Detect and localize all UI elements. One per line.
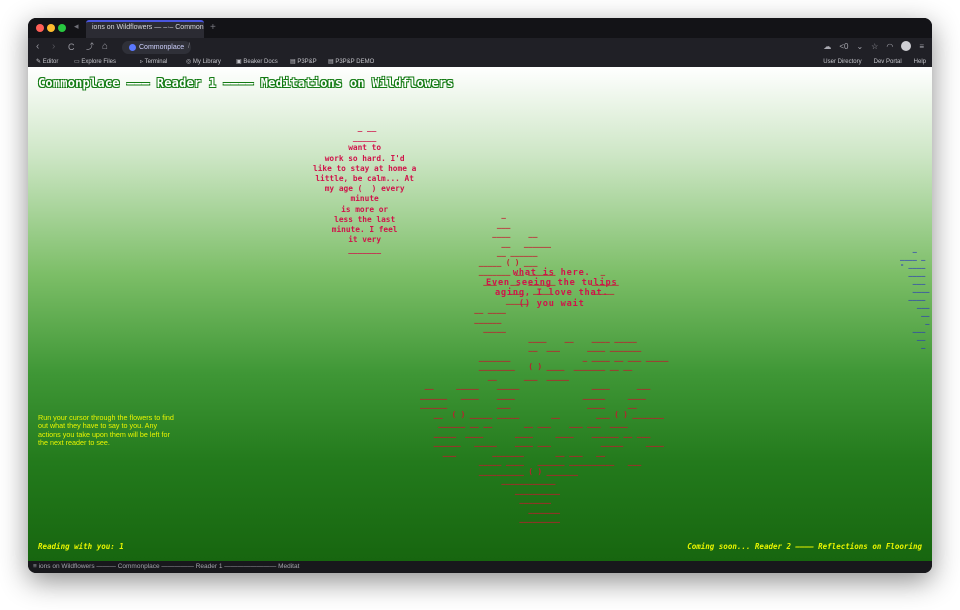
site-icon <box>129 44 136 51</box>
new-tab-button[interactable]: + <box>210 22 216 33</box>
cloud-icon[interactable]: ☁ <box>823 42 831 51</box>
poem-fragment-top: _ __ _____ want to work so hard. I'd lik… <box>313 123 417 255</box>
chevron-down-icon[interactable]: ⌄ <box>856 42 863 51</box>
home-icon[interactable]: ⌂ <box>102 41 108 53</box>
up-icon[interactable]: ⤴ <box>86 41 94 53</box>
site-pill[interactable]: Commonplace <box>122 41 192 54</box>
bookmark-terminal[interactable]: ▹ Terminal <box>140 57 167 67</box>
bookmark-user-directory[interactable]: User Directory <box>823 57 861 67</box>
coming-soon-link[interactable]: Coming soon... Reader 2 ———— Reflections… <box>687 542 922 551</box>
url-path[interactable]: / <box>188 43 190 50</box>
bookmark-dev-portal[interactable]: Dev Portal <box>874 57 902 67</box>
bookmarks-right: User Directory Dev Portal Help <box>823 57 926 67</box>
back-icon[interactable]: ‹ <box>36 41 39 53</box>
menu-icon[interactable]: ≡ <box>919 42 924 51</box>
minimize-window-button[interactable] <box>47 24 55 32</box>
bookmark-p3pp-demo[interactable]: ▤ P3P&P DEMO <box>328 57 374 67</box>
reader-count: Reading with you: 1 <box>38 542 124 551</box>
instructions-text: Run your cursor through the flowers to f… <box>38 413 174 448</box>
wifi-icon[interactable]: ◠ <box>886 42 893 51</box>
navigation-bar: ‹ › C ⤴ ⌂ Commonplace / ☁ <0 ⌄ ☆ ◠ ≡ <box>28 38 932 57</box>
poem-fragment-middle: what is here. Even seeing the tulips agi… <box>486 268 618 309</box>
maximize-window-button[interactable] <box>58 24 66 32</box>
bookmark-editor[interactable]: ✎ Editor <box>36 57 58 67</box>
page-content: Commonplace ——— Reader 1 ———— Meditation… <box>28 67 932 561</box>
bookmark-beaker-docs[interactable]: ▣ Beaker Docs <box>236 57 278 67</box>
site-label: Commonplace <box>139 44 185 51</box>
page-title: Commonplace ——— Reader 1 ———— Meditation… <box>38 76 454 90</box>
tab-bar: ◂ ions on Wildflowers — –·– Commonp... + <box>28 18 932 38</box>
close-window-button[interactable] <box>36 24 44 32</box>
bookmarks-bar: ✎ Editor ▭ Explore Files ▹ Terminal ◎ My… <box>28 57 932 67</box>
reload-icon[interactable]: C <box>68 41 75 53</box>
share-icon[interactable]: <0 <box>839 42 848 51</box>
tab-scroll-left-icon[interactable]: ◂ <box>74 21 79 32</box>
toolbar-right: ☁ <0 ⌄ ☆ ◠ ≡ <box>823 41 924 51</box>
wildflower-art[interactable]: _ ___ ____ __ __ ______ __ ______ _____ … <box>402 210 668 524</box>
star-icon[interactable]: ☆ <box>871 42 878 51</box>
bookmark-p3pp[interactable]: ▤ P3P&P <box>290 57 317 67</box>
active-tab[interactable]: ions on Wildflowers — –·– Commonp... <box>86 20 204 38</box>
status-bar: ≡ ions on Wildflowers ——— Commonplace ——… <box>28 561 932 573</box>
share-count: 0 <box>844 41 849 51</box>
bookmark-help[interactable]: Help <box>914 57 926 67</box>
avatar[interactable] <box>901 41 912 51</box>
bookmark-explore-files[interactable]: ▭ Explore Files <box>74 57 116 67</box>
edge-flower-art[interactable]: _ ____ _ - ____ ____ ___ ____ ____ ___ _… <box>900 245 930 349</box>
browser-window: ◂ ions on Wildflowers — –·– Commonp... +… <box>28 18 932 573</box>
forward-icon[interactable]: › <box>52 41 55 53</box>
bookmark-my-library[interactable]: ◎ My Library <box>186 57 221 67</box>
